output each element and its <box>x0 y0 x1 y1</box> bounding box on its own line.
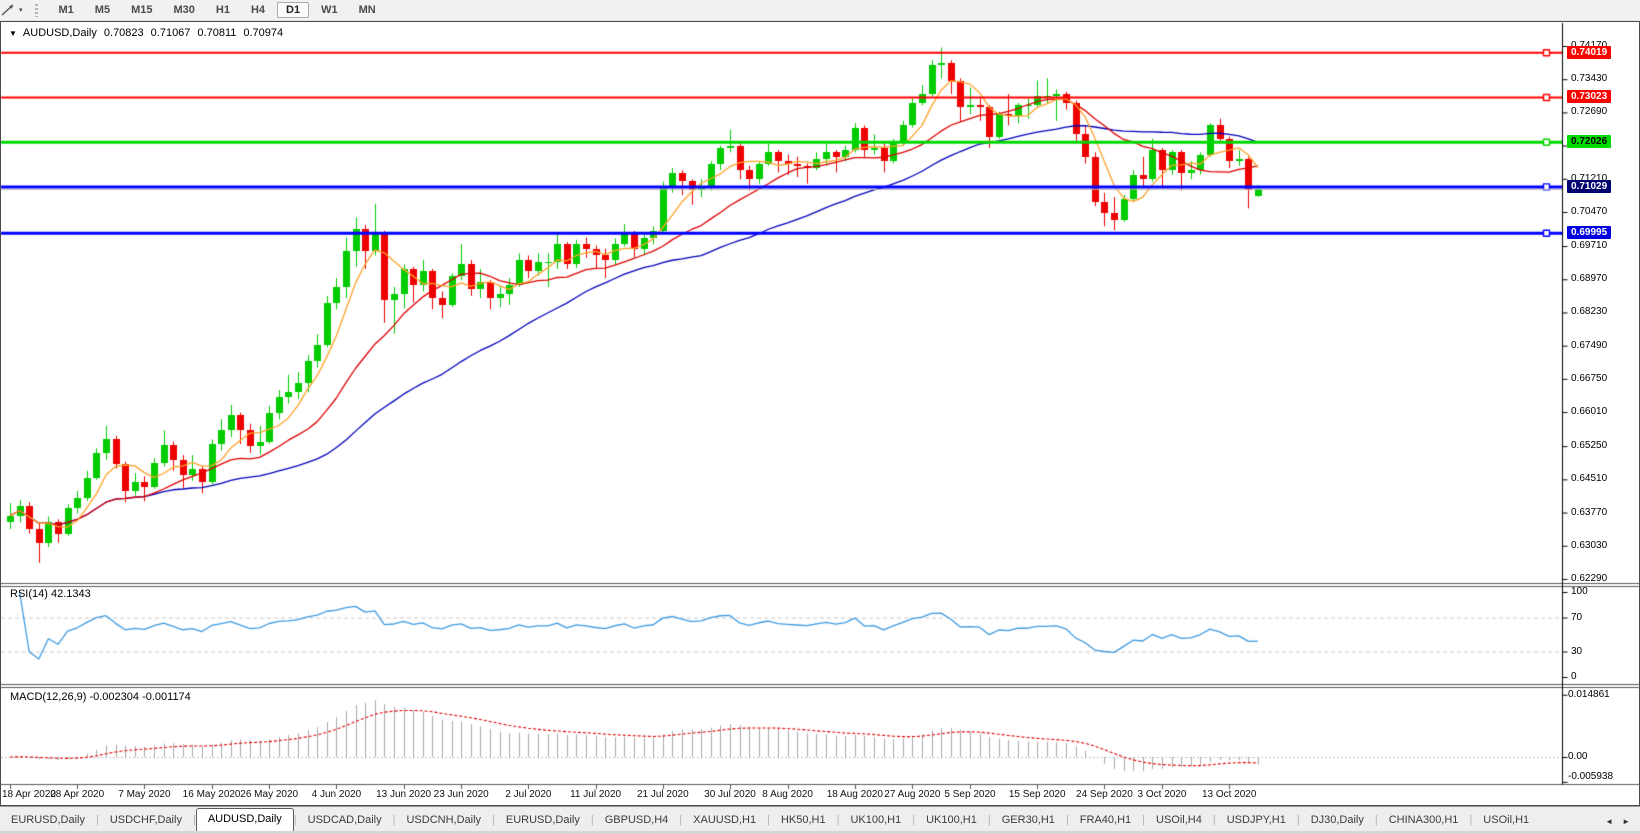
timeframe-button-d1[interactable]: D1 <box>277 2 310 18</box>
symbol-tab-usoil-h1[interactable]: USOil,H1 <box>1472 810 1540 832</box>
timeframe-button-m5[interactable]: M5 <box>86 2 119 18</box>
symbol-tab-usdchf-daily[interactable]: USDCHF,Daily <box>99 810 193 832</box>
symbol-tab-fra40-h1[interactable]: FRA40,H1 <box>1069 810 1142 832</box>
line-studies-icon[interactable] <box>1 2 17 18</box>
symbol-tab-usdjpy-h1[interactable]: USDJPY,H1 <box>1216 810 1297 832</box>
symbol-tab-audusd-daily[interactable]: AUDUSD,Daily <box>195 808 294 832</box>
timeframe-button-w1[interactable]: W1 <box>312 2 347 18</box>
symbol-tab-hk50-h1[interactable]: HK50,H1 <box>770 810 837 832</box>
symbol-tab-eurusd-daily[interactable]: EURUSD,Daily <box>0 810 96 832</box>
symbol-tab-xauusd-h1[interactable]: XAUUSD,H1 <box>682 810 767 832</box>
chevron-down-icon[interactable]: ▾ <box>19 6 23 14</box>
symbol-tab-gbpusd-h4[interactable]: GBPUSD,H4 <box>594 810 680 832</box>
toolbar-drag-handle[interactable] <box>34 3 38 17</box>
symbol-tab-china300-h1[interactable]: CHINA300,H1 <box>1378 810 1470 832</box>
symbol-tab-eurusd-daily[interactable]: EURUSD,Daily <box>495 810 591 832</box>
timeframe-toolbar: ▾ M1 M5 M15 M30 H1 H4 D1 W1 MN <box>0 0 1640 21</box>
chart-window <box>0 21 1640 806</box>
symbol-tab-uk100-h1[interactable]: UK100,H1 <box>915 810 988 832</box>
timeframe-button-m30[interactable]: M30 <box>164 2 203 18</box>
symbol-tab-uk100-h1[interactable]: UK100,H1 <box>839 810 912 832</box>
timeframe-button-h1[interactable]: H1 <box>207 2 239 18</box>
tab-scroll-right-icon[interactable]: ► <box>1622 817 1630 826</box>
mt4-terminal: ▾ M1 M5 M15 M30 H1 H4 D1 W1 MN ▼ AUDUSD,Daily 0.… <box>0 0 1640 834</box>
timeframe-button-mn[interactable]: MN <box>350 2 385 18</box>
symbol-tab-usoil-h4[interactable]: USOil,H4 <box>1145 810 1213 832</box>
symbol-tabbar: EURUSD,Daily | USDCHF,Daily | AUDUSD,Daily | U… <box>0 806 1640 832</box>
timeframe-buttons: M1 M5 M15 M30 H1 H4 D1 W1 MN <box>47 2 385 18</box>
symbol-tab-usdcad-daily[interactable]: USDCAD,Daily <box>297 810 393 832</box>
tab-scroll-left-icon[interactable]: ◄ <box>1605 817 1613 826</box>
tab-scroll-controls: ◄ ► <box>1601 817 1640 832</box>
symbol-tab-ger30-h1[interactable]: GER30,H1 <box>991 810 1066 832</box>
symbol-tab-usdcnh-daily[interactable]: USDCNH,Daily <box>395 810 492 832</box>
timeframe-button-m1[interactable]: M1 <box>50 2 83 18</box>
timeframe-button-m15[interactable]: M15 <box>122 2 161 18</box>
symbol-tab-dj30-daily[interactable]: DJ30,Daily <box>1300 810 1375 832</box>
timeframe-button-h4[interactable]: H4 <box>242 2 274 18</box>
